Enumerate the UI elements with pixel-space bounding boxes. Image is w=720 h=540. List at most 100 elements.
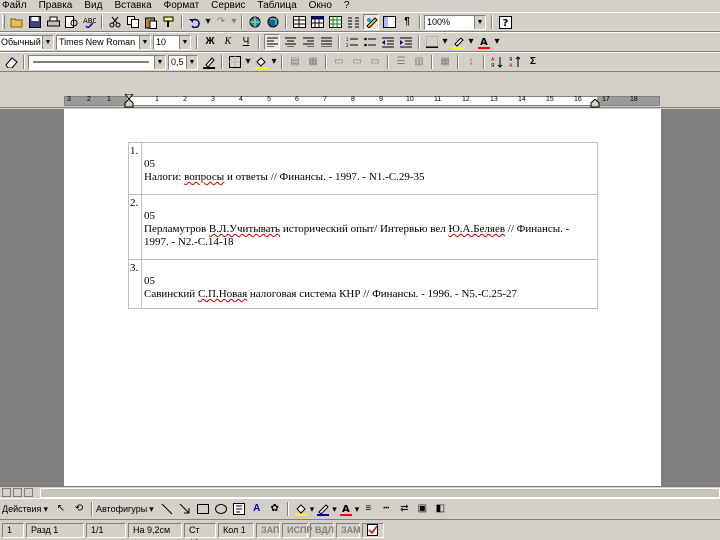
line-color-icon[interactable] (315, 501, 331, 517)
font-combo[interactable]: Times New Roman ▼ (56, 34, 151, 50)
horizontal-ruler[interactable]: 3 2 1 1 2 3 4 5 6 7 8 9 10 11 12 13 14 1… (0, 94, 720, 108)
insert-excel-icon[interactable] (327, 14, 343, 30)
table-autoformat-icon[interactable]: ▦ (437, 54, 453, 70)
italic-button[interactable]: К (220, 34, 236, 50)
line-tool-icon[interactable] (159, 501, 175, 517)
bold-button[interactable]: Ж (202, 34, 218, 50)
font-color-icon[interactable]: A (476, 34, 492, 50)
chevron-down-icon[interactable]: ▼ (474, 15, 485, 29)
menu-help[interactable]: ? (344, 0, 350, 12)
dash-style-icon[interactable]: ┅ (378, 501, 394, 517)
indent-marker-icon[interactable] (124, 94, 134, 108)
numbering-icon[interactable]: 12 (344, 34, 360, 50)
align-center-icon[interactable] (282, 34, 298, 50)
autosum-icon[interactable]: Σ (525, 54, 541, 70)
text-box-icon[interactable] (231, 501, 247, 517)
menu-table[interactable]: Таблица (257, 0, 296, 12)
right-indent-marker-icon[interactable] (590, 99, 600, 108)
redo-icon[interactable]: ↷ (213, 14, 229, 30)
highlight-dropdown-icon[interactable]: ▾ (468, 34, 474, 50)
print-layout-view-button[interactable] (24, 488, 33, 497)
save-icon[interactable] (27, 14, 43, 30)
underline-button[interactable]: Ч (238, 34, 254, 50)
table-cell[interactable]: 05 Перламутров В.Л.Учитывать исторический… (141, 194, 598, 260)
3d-icon[interactable]: ◧ (432, 501, 448, 517)
shading-dropdown-icon[interactable]: ▾ (271, 54, 277, 70)
font-color-icon[interactable]: A (338, 501, 354, 517)
line-style-combo[interactable]: ▼ (28, 54, 166, 70)
drawing-icon[interactable] (363, 14, 379, 30)
free-rotate-icon[interactable]: ⟲ (71, 501, 87, 517)
oval-tool-icon[interactable] (213, 501, 229, 517)
sort-descending-icon[interactable]: ЯА (507, 54, 523, 70)
increase-indent-icon[interactable] (398, 34, 414, 50)
split-cells-icon[interactable]: ▦ (305, 54, 321, 70)
justify-icon[interactable] (318, 34, 334, 50)
style-combo[interactable]: Обычный ▼ (0, 34, 54, 50)
chevron-down-icon[interactable]: ▼ (154, 55, 165, 69)
shadow-icon[interactable]: ▣ (414, 501, 430, 517)
print-preview-icon[interactable] (63, 14, 79, 30)
align-left-icon[interactable] (264, 34, 280, 50)
status-ext[interactable]: ВДЛ (310, 522, 334, 538)
distribute-rows-icon[interactable]: ☰ (393, 54, 409, 70)
status-rec[interactable]: ЗАП (256, 522, 280, 538)
menu-insert[interactable]: Вставка (114, 0, 151, 12)
table-cell[interactable]: 05 Савинский С.П.Новая налоговая система … (141, 259, 598, 309)
outside-border-dropdown-icon[interactable]: ▾ (245, 54, 251, 70)
chevron-down-icon[interactable]: ▼ (139, 35, 150, 49)
document-page[interactable]: 1. 05 Налоги: вопросы и ответы // Финансы… (64, 109, 661, 486)
web-toolbar-icon[interactable] (265, 14, 281, 30)
spelling-icon[interactable]: ABC (81, 14, 97, 30)
hyperlink-icon[interactable] (247, 14, 263, 30)
normal-view-button[interactable] (2, 488, 11, 497)
horizontal-scrollbar[interactable] (40, 488, 720, 498)
arrow-style-icon[interactable]: ⇄ (396, 501, 412, 517)
autoshapes-menu[interactable]: Автофигуры (96, 504, 147, 514)
menu-edit[interactable]: Правка (39, 0, 73, 12)
toolbar-grip[interactable] (2, 15, 5, 29)
table-cell[interactable]: 05 Налоги: вопросы и ответы // Финансы. -… (141, 142, 598, 195)
outside-border-icon[interactable] (227, 54, 243, 70)
align-top-icon[interactable]: ▭ (331, 54, 347, 70)
chevron-down-icon[interactable]: ▾ (310, 504, 315, 515)
fill-color-icon[interactable] (293, 501, 309, 517)
align-bottom-icon[interactable]: ▭ (367, 54, 383, 70)
columns-icon[interactable] (345, 14, 361, 30)
chevron-down-icon[interactable]: ▾ (332, 504, 337, 515)
merge-cells-icon[interactable]: ▤ (287, 54, 303, 70)
line-style-icon[interactable]: ≡ (360, 501, 376, 517)
spelling-status-icon[interactable] (362, 522, 384, 538)
web-layout-view-button[interactable] (13, 488, 22, 497)
print-icon[interactable] (45, 14, 61, 30)
decrease-indent-icon[interactable] (380, 34, 396, 50)
draw-actions-menu[interactable]: Действия (2, 504, 41, 514)
insert-table-icon[interactable] (309, 14, 325, 30)
chevron-down-icon[interactable]: ▼ (186, 55, 197, 69)
undo-icon[interactable] (187, 14, 203, 30)
chevron-down-icon[interactable]: ▾ (149, 504, 154, 515)
zoom-combo[interactable]: 100% ▼ (424, 14, 486, 30)
select-objects-icon[interactable]: ↖ (53, 501, 69, 517)
menu-window[interactable]: Окно (309, 0, 332, 12)
align-middle-icon[interactable]: ▭ (349, 54, 365, 70)
cut-icon[interactable] (107, 14, 123, 30)
open-icon[interactable] (9, 14, 25, 30)
text-direction-icon[interactable]: ↨ (463, 54, 479, 70)
tables-borders-icon[interactable] (291, 14, 307, 30)
sort-ascending-icon[interactable]: АЯ (489, 54, 505, 70)
font-color-dropdown-icon[interactable]: ▾ (494, 34, 500, 50)
status-trk[interactable]: ИСПР (282, 522, 312, 538)
menu-view[interactable]: Вид (84, 0, 102, 12)
border-color-icon[interactable] (201, 54, 217, 70)
bullets-icon[interactable] (362, 34, 378, 50)
wordart-icon[interactable]: A (249, 501, 265, 517)
show-hide-icon[interactable]: ¶ (399, 14, 415, 30)
line-weight-combo[interactable]: 0,5 ▼ (168, 54, 198, 70)
chevron-down-icon[interactable]: ▼ (42, 35, 53, 49)
borders-icon[interactable] (424, 34, 440, 50)
status-ovr[interactable]: ЗАМ (336, 522, 361, 538)
bibliography-table[interactable]: 1. 05 Налоги: вопросы и ответы // Финансы… (128, 142, 598, 309)
undo-dropdown-icon[interactable]: ▾ (205, 14, 211, 30)
rectangle-tool-icon[interactable] (195, 501, 211, 517)
